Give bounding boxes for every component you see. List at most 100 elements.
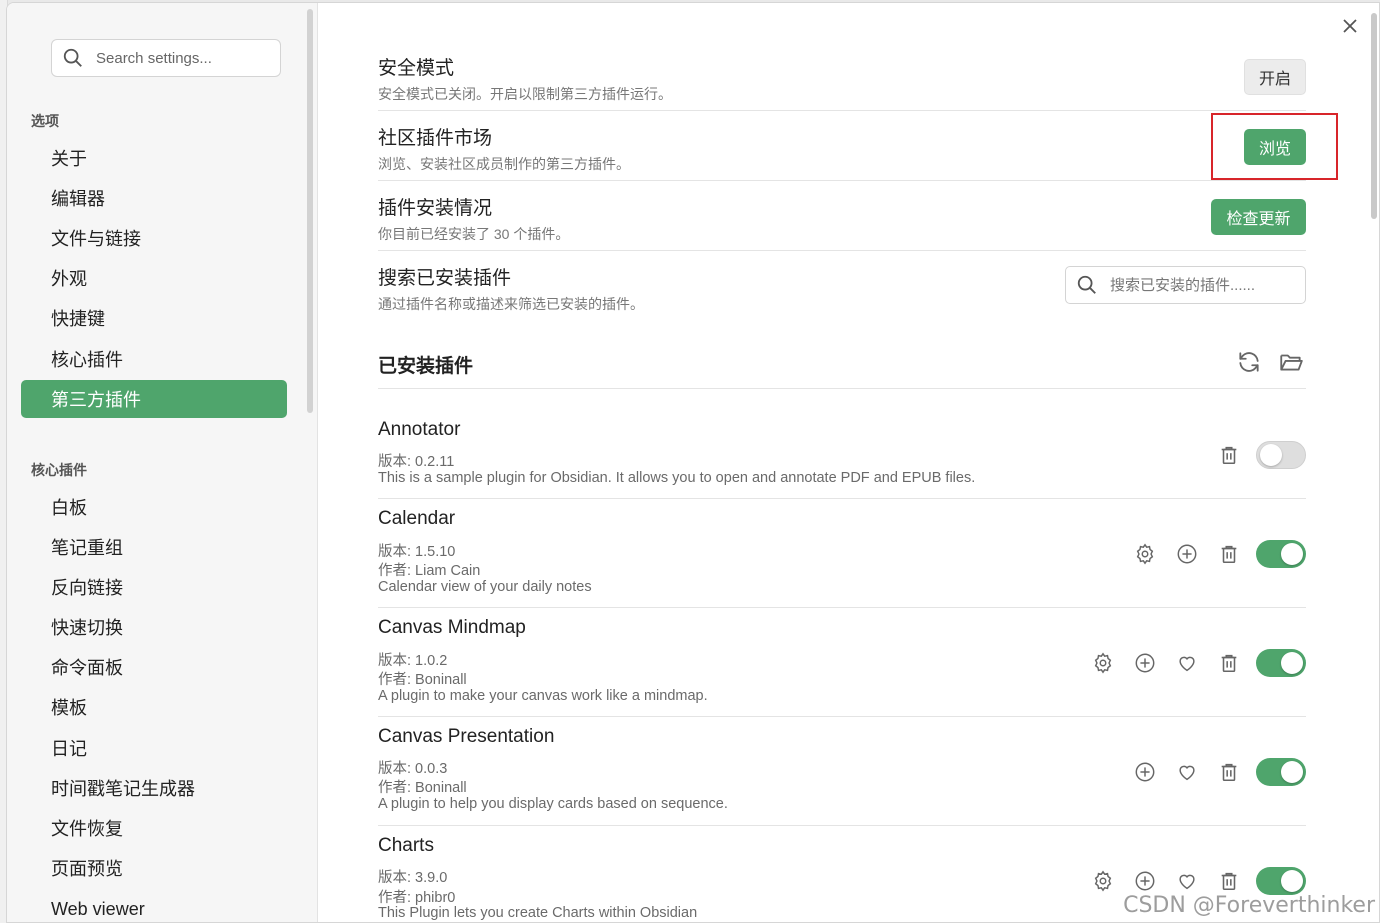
toggle-knob bbox=[1281, 761, 1303, 783]
sidebar-item-web-viewer[interactable]: Web viewer bbox=[21, 890, 287, 922]
settings-search-box[interactable] bbox=[51, 39, 281, 77]
toggle-knob bbox=[1281, 543, 1303, 565]
enable-plugin-toggle[interactable] bbox=[1256, 758, 1306, 786]
settings-modal: 选项 关于 编辑器 文件与链接 外观 快捷键 核心插件 第三方插件 核心插件 白… bbox=[6, 2, 1380, 923]
trash-icon bbox=[1221, 872, 1237, 891]
plugin-donate-button[interactable] bbox=[1174, 759, 1200, 785]
sidebar-item-core-plugins[interactable]: 核心插件 bbox=[21, 340, 287, 378]
uninstall-button[interactable] bbox=[1216, 868, 1242, 894]
setting-search-installed: 搜索已安装插件 通过插件名称或描述来筛选已安装的插件。 bbox=[378, 251, 1306, 321]
plugin-description: This Plugin lets you create Charts withi… bbox=[378, 905, 698, 921]
toggle-knob bbox=[1260, 444, 1282, 466]
core-plugins-heading: 核心插件 bbox=[31, 462, 87, 478]
sidebar-item-daily-notes[interactable]: 日记 bbox=[21, 729, 287, 767]
sidebar-item-note-composer[interactable]: 笔记重组 bbox=[21, 528, 287, 566]
sidebar-item-page-preview[interactable]: 页面预览 bbox=[21, 849, 287, 887]
sidebar-item-unique-note-creator[interactable]: 时间戳笔记生成器 bbox=[21, 769, 287, 807]
plugin-row-canvas-presentation: Canvas Presentation 版本: 0.0.3 作者: Bonina… bbox=[378, 718, 1306, 826]
gear-icon bbox=[1094, 652, 1112, 674]
close-button[interactable] bbox=[1339, 15, 1361, 37]
setting-safe-mode: 安全模式 安全模式已关闭。开启以限制第三方插件运行。 开启 bbox=[378, 41, 1306, 111]
plugin-hotkeys-button[interactable] bbox=[1132, 759, 1158, 785]
plugin-hotkeys-button[interactable] bbox=[1174, 541, 1200, 567]
plugin-hotkeys-button[interactable] bbox=[1132, 868, 1158, 894]
sidebar-item-command-palette[interactable]: 命令面板 bbox=[21, 648, 287, 686]
heart-icon bbox=[1179, 656, 1195, 672]
plugin-name: Charts bbox=[378, 835, 434, 856]
plugin-settings-button[interactable] bbox=[1090, 650, 1116, 676]
search-icon bbox=[63, 48, 82, 67]
trash-icon bbox=[1221, 446, 1237, 465]
uninstall-button[interactable] bbox=[1216, 650, 1242, 676]
plugin-author: 作者: phibr0 bbox=[378, 890, 456, 906]
sidebar-item-templates[interactable]: 模板 bbox=[21, 688, 287, 726]
plugin-author: 作者: Liam Cain bbox=[378, 563, 481, 579]
sidebar-item-about[interactable]: 关于 bbox=[21, 139, 287, 177]
plugin-row-annotator: Annotator 版本: 0.2.11 This is a sample pl… bbox=[378, 411, 1306, 499]
options-heading: 选项 bbox=[31, 113, 59, 129]
setting-description: 安全模式已关闭。开启以限制第三方插件运行。 bbox=[378, 86, 672, 102]
installed-plugin-search-box[interactable] bbox=[1065, 266, 1306, 304]
trash-icon bbox=[1221, 763, 1237, 782]
check-updates-button[interactable]: 检查更新 bbox=[1211, 199, 1306, 235]
plugin-donate-button[interactable] bbox=[1174, 868, 1200, 894]
content-scrollbar[interactable] bbox=[1371, 13, 1377, 219]
plugin-settings-button[interactable] bbox=[1132, 541, 1158, 567]
sidebar-item-editor[interactable]: 编辑器 bbox=[21, 179, 287, 217]
enable-plugin-toggle[interactable] bbox=[1256, 540, 1306, 568]
settings-sidebar: 选项 关于 编辑器 文件与链接 外观 快捷键 核心插件 第三方插件 核心插件 白… bbox=[7, 3, 318, 922]
setting-name: 搜索已安装插件 bbox=[378, 268, 512, 289]
plugin-donate-button[interactable] bbox=[1174, 650, 1200, 676]
plugin-name: Calendar bbox=[378, 508, 456, 529]
installed-plugin-search-input[interactable] bbox=[1110, 276, 1290, 294]
plugin-description: This is a sample plugin for Obsidian. It… bbox=[378, 470, 976, 486]
enable-plugin-toggle[interactable] bbox=[1256, 441, 1306, 469]
plugin-row-canvas-mindmap: Canvas Mindmap 版本: 1.0.2 作者: Boninall A … bbox=[378, 609, 1306, 717]
sidebar-item-backlinks[interactable]: 反向链接 bbox=[21, 568, 287, 606]
setting-install-status: 插件安装情况 你目前已经安装了 30 个插件。 检查更新 bbox=[378, 181, 1306, 251]
gear-icon bbox=[1094, 870, 1112, 892]
reload-icon[interactable] bbox=[1236, 349, 1262, 375]
plugin-author: 作者: Boninall bbox=[378, 672, 467, 688]
setting-name: 社区插件市场 bbox=[378, 128, 493, 149]
plugin-name: Annotator bbox=[378, 419, 461, 440]
plugin-version: 版本: 0.2.11 bbox=[378, 454, 455, 470]
enable-plugin-toggle[interactable] bbox=[1256, 649, 1306, 677]
setting-description: 通过插件名称或描述来筛选已安装的插件。 bbox=[378, 296, 644, 312]
highlight-annotation-box bbox=[1211, 113, 1338, 180]
sidebar-item-quick-switcher[interactable]: 快速切换 bbox=[21, 608, 287, 646]
plugin-name: Canvas Presentation bbox=[378, 726, 555, 747]
plus-circle-icon bbox=[1177, 544, 1197, 564]
sidebar-item-hotkeys[interactable]: 快捷键 bbox=[21, 299, 287, 337]
setting-community-plugins: 社区插件市场 浏览、安装社区成员制作的第三方插件。 浏览 bbox=[378, 111, 1306, 181]
installed-plugins-title: 已安装插件 bbox=[378, 356, 474, 377]
open-folder-icon[interactable] bbox=[1278, 349, 1304, 375]
toggle-knob bbox=[1281, 652, 1303, 674]
gear-icon bbox=[1136, 543, 1154, 565]
uninstall-button[interactable] bbox=[1216, 541, 1242, 567]
plugin-description: A plugin to make your canvas work like a… bbox=[378, 688, 708, 704]
plus-circle-icon bbox=[1135, 762, 1155, 782]
settings-search-input[interactable] bbox=[96, 49, 266, 67]
plugin-settings-button[interactable] bbox=[1090, 868, 1116, 894]
sidebar-scrollbar[interactable] bbox=[307, 9, 313, 413]
trash-icon bbox=[1221, 545, 1237, 564]
sidebar-item-canvas[interactable]: 白板 bbox=[21, 488, 287, 526]
settings-content: 安全模式 安全模式已关闭。开启以限制第三方插件运行。 开启 社区插件市场 浏览、… bbox=[318, 3, 1379, 922]
plugin-version: 版本: 1.0.2 bbox=[378, 653, 448, 669]
turn-on-safe-mode-button[interactable]: 开启 bbox=[1244, 59, 1306, 95]
installed-plugins-header: 已安装插件 bbox=[378, 339, 1306, 389]
sidebar-item-appearance[interactable]: 外观 bbox=[21, 259, 287, 297]
enable-plugin-toggle[interactable] bbox=[1256, 867, 1306, 895]
sidebar-item-community-plugins[interactable]: 第三方插件 bbox=[21, 380, 287, 418]
sidebar-item-files-links[interactable]: 文件与链接 bbox=[21, 219, 287, 257]
uninstall-button[interactable] bbox=[1216, 442, 1242, 468]
plus-circle-icon bbox=[1135, 871, 1155, 891]
setting-name: 安全模式 bbox=[378, 58, 455, 79]
setting-description: 你目前已经安装了 30 个插件。 bbox=[378, 226, 570, 242]
plugin-version: 版本: 0.0.3 bbox=[378, 761, 448, 777]
uninstall-button[interactable] bbox=[1216, 759, 1242, 785]
sidebar-item-file-recovery[interactable]: 文件恢复 bbox=[21, 809, 287, 847]
plugin-version: 版本: 3.9.0 bbox=[378, 870, 448, 886]
plugin-hotkeys-button[interactable] bbox=[1132, 650, 1158, 676]
